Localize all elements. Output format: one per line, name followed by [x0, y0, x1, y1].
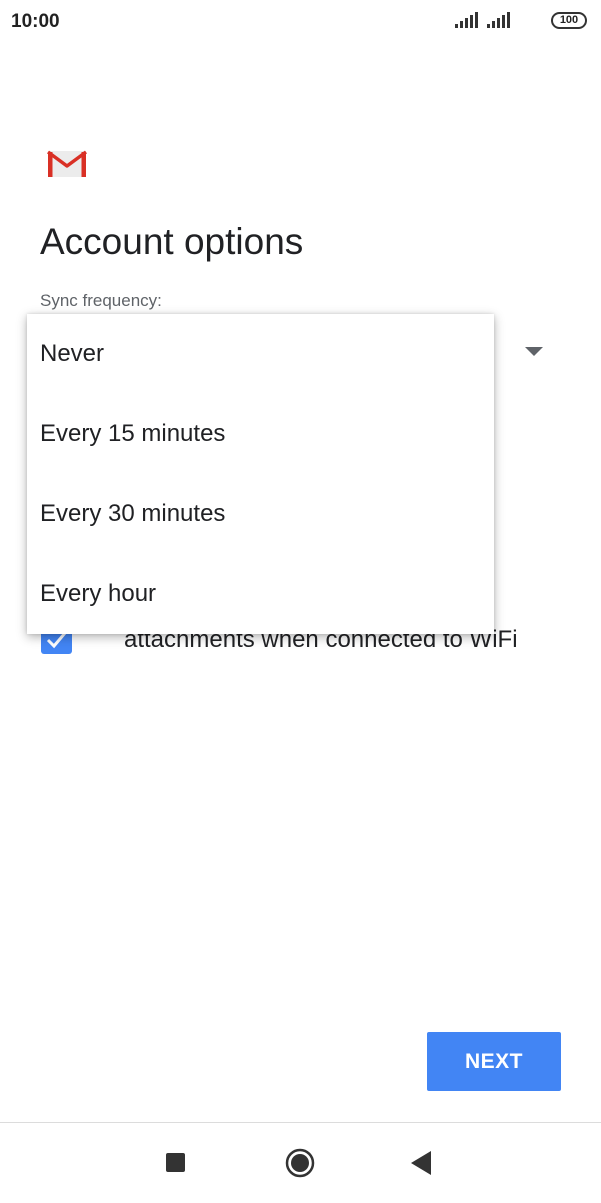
signal-icon: [487, 12, 510, 28]
navigation-bar: [0, 1122, 601, 1203]
menu-item-every-hour[interactable]: Every hour: [27, 554, 494, 634]
home-icon[interactable]: [285, 1148, 315, 1178]
menu-item-never[interactable]: Never: [27, 314, 494, 394]
recent-apps-icon[interactable]: [166, 1153, 185, 1172]
status-time: 10:00: [11, 11, 60, 32]
page-title: Account options: [40, 221, 304, 262]
back-icon[interactable]: [411, 1151, 431, 1175]
status-bar: 10:00 100: [0, 0, 601, 44]
battery-icon: 100: [551, 12, 587, 29]
gmail-logo: [47, 150, 87, 177]
menu-item-every-15-minutes[interactable]: Every 15 minutes: [27, 394, 494, 474]
signal-icon: [455, 12, 478, 28]
next-button[interactable]: NEXT: [427, 1032, 561, 1091]
menu-item-every-30-minutes[interactable]: Every 30 minutes: [27, 474, 494, 554]
sync-frequency-label: Sync frequency:: [40, 291, 162, 310]
dropdown-arrow-icon[interactable]: [525, 347, 543, 356]
sync-frequency-dropdown-menu: Never Every 15 minutes Every 30 minutes …: [27, 314, 494, 634]
